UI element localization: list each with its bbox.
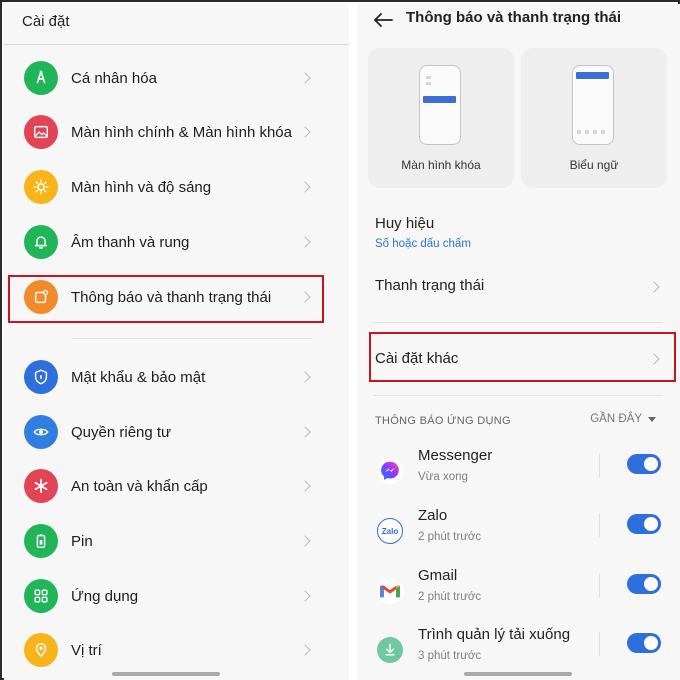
zalo-icon: Zalo (377, 518, 403, 544)
download-icon (377, 637, 403, 663)
settings-item-personalization[interactable]: Cá nhân hóa (4, 51, 349, 105)
highlight-box (8, 275, 324, 323)
divider (599, 453, 600, 477)
lock-screen-style-card[interactable]: Màn hình khóa (368, 48, 514, 188)
brightness-icon (24, 170, 58, 204)
sort-dropdown[interactable]: GẦN ĐÂY (590, 413, 656, 425)
settings-item-label: Quyền riêng tư (71, 423, 172, 441)
settings-item-label: Mật khẩu & bảo mật (71, 368, 206, 386)
settings-item-label: Pin (71, 532, 93, 550)
settings-item-display-brightness[interactable]: Màn hình và độ sáng (4, 160, 349, 214)
brush-icon (24, 61, 58, 95)
settings-item-label: Âm thanh và rung (71, 233, 190, 251)
app-time: 2 phút trước (418, 531, 482, 543)
app-time: 2 phút trước (418, 591, 482, 603)
app-name: Zalo (418, 507, 448, 524)
chevron-right-icon (299, 535, 311, 547)
app-name: Gmail (418, 567, 458, 584)
settings-item-label: Màn hình chính & Màn hình khóa (71, 123, 292, 141)
divider (599, 513, 600, 537)
zalo-logo-text: Zalo (381, 526, 399, 536)
chevron-right-icon (299, 480, 311, 492)
highlight-box (369, 332, 676, 382)
chevron-right-icon (299, 126, 311, 138)
section-divider (373, 395, 663, 396)
chevron-right-icon (299, 426, 311, 438)
card-label: Biểu ngữ (569, 158, 619, 172)
settings-item-label: Màn hình và độ sáng (71, 178, 212, 196)
chevron-right-icon (299, 371, 311, 383)
banner-style-card[interactable]: Biểu ngữ (521, 48, 667, 188)
settings-panel: Cài đặt Cá nhân hóa Màn hình chính & Màn… (4, 4, 349, 680)
app-time: 3 phút trước (418, 650, 482, 662)
divider (599, 632, 600, 656)
app-name: Messenger (418, 447, 493, 464)
status-bar-title: Thanh trạng thái (375, 277, 485, 294)
home-indicator[interactable] (112, 672, 220, 676)
bell-icon (24, 225, 58, 259)
gmail-icon (377, 578, 403, 604)
page-title: Thông báo và thanh trạng thái (406, 9, 621, 26)
settings-item-password-security[interactable]: Mật khẩu & bảo mật (4, 350, 349, 404)
emergency-icon (24, 469, 58, 503)
notification-toggle[interactable] (627, 633, 661, 653)
app-name: Trình quản lý tải xuống (418, 626, 571, 643)
notification-toggle[interactable] (627, 514, 661, 534)
home-indicator[interactable] (464, 672, 572, 676)
messenger-icon (377, 458, 403, 484)
chevron-right-icon (299, 644, 311, 656)
app-row-messenger[interactable]: Messenger Vừa xong (357, 447, 680, 503)
app-time: Vừa xong (418, 471, 468, 483)
chevron-right-icon (299, 181, 311, 193)
caret-down-icon (648, 416, 656, 422)
section-divider (373, 322, 663, 323)
notification-settings-panel: Thông báo và thanh trạng thái Màn hình k… (357, 4, 680, 680)
settings-item-home-lock-screen[interactable]: Màn hình chính & Màn hình khóa (4, 105, 349, 159)
settings-item-label: Cá nhân hóa (71, 69, 157, 87)
lock-screen-preview (419, 65, 461, 145)
sort-label: GẦN ĐÂY (590, 413, 642, 425)
settings-item-safety-emergency[interactable]: An toàn và khẩn cấp (4, 459, 349, 513)
header-divider (4, 44, 349, 45)
notification-toggle[interactable] (627, 454, 661, 474)
chevron-right-icon (299, 72, 311, 84)
page-title: Cài đặt (22, 13, 70, 30)
section-divider (72, 338, 312, 339)
app-row-zalo[interactable]: Zalo Zalo 2 phút trước (357, 507, 680, 563)
notification-toggle[interactable] (627, 574, 661, 594)
apps-grid-icon (24, 579, 58, 613)
card-label: Màn hình khóa (401, 158, 481, 172)
settings-item-label: An toàn và khẩn cấp (71, 477, 208, 495)
location-icon (24, 633, 58, 667)
image-icon (24, 115, 58, 149)
settings-item-privacy[interactable]: Quyền riêng tư (4, 405, 349, 459)
chevron-right-icon (648, 281, 660, 293)
divider (599, 573, 600, 597)
app-notifications-header: THÔNG BÁO ỨNG DỤNG (375, 415, 511, 427)
chevron-right-icon (299, 236, 311, 248)
chevron-right-icon (299, 590, 311, 602)
screenshot-frame: Cài đặt Cá nhân hóa Màn hình chính & Màn… (0, 0, 680, 680)
banner-preview (572, 65, 614, 145)
settings-item-apps[interactable]: Ứng dụng (4, 569, 349, 623)
settings-item-sound-vibration[interactable]: Âm thanh và rung (4, 215, 349, 269)
settings-item-label: Ứng dụng (71, 587, 139, 605)
shield-icon (24, 360, 58, 394)
settings-item-label: Vị trí (71, 641, 102, 659)
panel-separator (349, 4, 357, 680)
privacy-eye-icon (24, 415, 58, 449)
badge-title: Huy hiệu (375, 215, 435, 232)
app-row-gmail[interactable]: Gmail 2 phút trước (357, 567, 680, 623)
back-arrow-icon[interactable] (373, 12, 393, 28)
badge-subtitle[interactable]: Số hoặc dấu chấm (375, 238, 471, 250)
battery-icon (24, 524, 58, 558)
settings-item-location[interactable]: Vị trí (4, 623, 349, 677)
settings-item-battery[interactable]: Pin (4, 514, 349, 568)
